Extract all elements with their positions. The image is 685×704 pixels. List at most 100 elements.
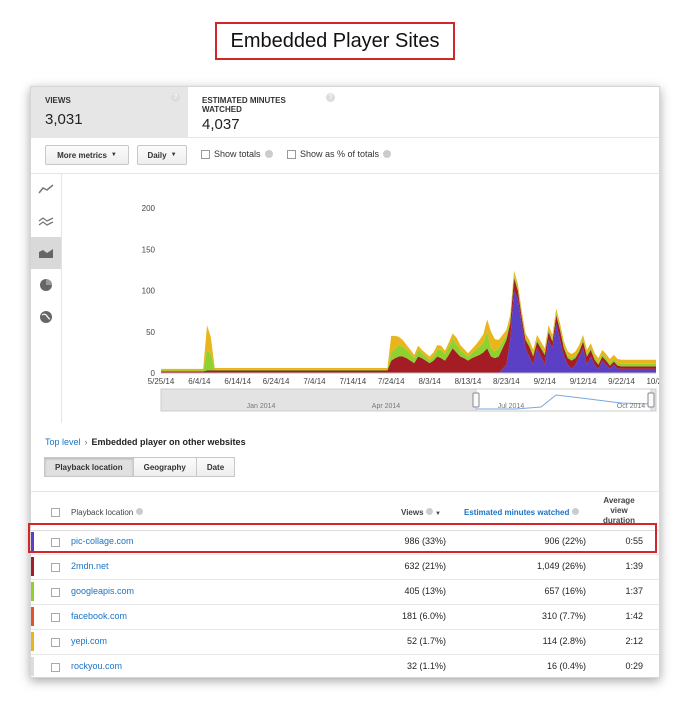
metric-minutes-tab[interactable]: ESTIMATED MINUTES WATCHED 4,037 ? bbox=[188, 87, 335, 137]
stacked-area-chart: 200 150 100 50 0 5/25/14 6/4/14 6/14/14 6/24/14 7… bbox=[61, 173, 659, 423]
row-checkbox[interactable] bbox=[51, 588, 60, 597]
x-tick-label: 8/13/14 bbox=[455, 377, 482, 386]
timeline-label: Jan 2014 bbox=[247, 403, 276, 410]
series-color-bar bbox=[31, 657, 34, 676]
x-tick-label: 6/14/14 bbox=[224, 377, 251, 386]
duration-cell: 0:29 bbox=[625, 661, 643, 671]
analytics-panel: VIEWS 3,031 ? ESTIMATED MINUTES WATCHED … bbox=[30, 86, 660, 678]
row-checkbox[interactable] bbox=[51, 563, 60, 572]
x-tick-label: 9/12/14 bbox=[570, 377, 597, 386]
timeline-label: Oct 2014 bbox=[617, 403, 646, 410]
series-color-bar bbox=[31, 557, 34, 576]
x-tick-label: 7/24/14 bbox=[378, 377, 405, 386]
site-link[interactable]: rockyou.com bbox=[71, 661, 122, 671]
col-playback-location[interactable]: Playback location bbox=[71, 508, 143, 517]
help-icon[interactable] bbox=[135, 508, 143, 515]
metric-minutes-value: 4,037 bbox=[202, 116, 240, 133]
checkbox-box[interactable] bbox=[201, 149, 210, 159]
col-duration[interactable]: Average view duration bbox=[597, 496, 641, 526]
row-checkbox[interactable] bbox=[51, 638, 60, 647]
show-percent-checkbox[interactable]: Show as % of totals bbox=[287, 149, 392, 159]
x-tick-label: 6/24/14 bbox=[263, 377, 290, 386]
metric-views-value: 3,031 bbox=[45, 111, 83, 128]
minutes-cell: 1,049 (26%) bbox=[536, 561, 586, 571]
views-cell: 52 (1.7%) bbox=[406, 636, 446, 646]
caret-down-icon: ▼ bbox=[110, 152, 117, 158]
site-link[interactable]: yepi.com bbox=[71, 636, 107, 646]
table-row[interactable]: yepi.com 52 (1.7%) 114 (2.8%) 2:12 bbox=[31, 629, 659, 655]
col-views[interactable]: Views ▼ bbox=[401, 508, 441, 517]
timeline-label: Jul 2014 bbox=[498, 403, 525, 410]
x-tick-label: 5/25/14 bbox=[148, 377, 175, 386]
x-tick-label: 10/2/14 bbox=[646, 377, 659, 386]
more-metrics-label: More metrics bbox=[57, 150, 107, 160]
chart-svg: 2001501005005/25/14 6/4/14 6/14/14 6/24/14 7… bbox=[142, 204, 659, 412]
site-link[interactable]: 2mdn.net bbox=[71, 561, 109, 571]
table-row[interactable]: 2mdn.net 632 (21%) 1,049 (26%) 1:39 bbox=[31, 554, 659, 580]
table-row[interactable]: rockyou.com 32 (1.1%) 16 (0.4%) 0:29 bbox=[31, 654, 659, 677]
col-duration-label-1: Average bbox=[603, 496, 635, 505]
series-color-bar bbox=[31, 582, 34, 601]
duration-cell: 1:39 bbox=[625, 561, 643, 571]
checkbox-box[interactable] bbox=[287, 149, 296, 159]
table-row[interactable]: googleapis.com 405 (13%) 657 (16%) 1:37 bbox=[31, 579, 659, 605]
tab-geography[interactable]: Geography bbox=[132, 457, 197, 477]
more-metrics-button[interactable]: More metrics ▼ bbox=[45, 145, 129, 165]
help-icon[interactable]: ? bbox=[326, 93, 335, 102]
views-cell: 181 (6.0%) bbox=[401, 611, 446, 621]
pie-chart-icon bbox=[40, 279, 52, 291]
row-checkbox[interactable] bbox=[51, 663, 60, 672]
views-cell: 405 (13%) bbox=[404, 586, 446, 596]
x-tick-label: 8/23/14 bbox=[493, 377, 520, 386]
highlight-box bbox=[28, 523, 657, 553]
duration-cell: 2:12 bbox=[625, 636, 643, 646]
col-views-label: Views bbox=[401, 508, 424, 517]
help-icon[interactable] bbox=[425, 508, 433, 515]
col-minutes-label: Estimated minutes watched bbox=[464, 508, 570, 517]
stacked-area-chart-button[interactable] bbox=[31, 237, 61, 269]
x-tick-label: 9/22/14 bbox=[608, 377, 635, 386]
table-row[interactable]: facebook.com 181 (6.0%) 310 (7.7%) 1:42 bbox=[31, 604, 659, 630]
site-link[interactable]: googleapis.com bbox=[71, 586, 134, 596]
minutes-cell: 657 (16%) bbox=[544, 586, 586, 596]
help-icon[interactable] bbox=[383, 150, 392, 158]
breadcrumb-top-level-link[interactable]: Top level bbox=[45, 437, 81, 447]
x-tick-label: 8/3/14 bbox=[418, 377, 441, 386]
show-totals-label: Show totals bbox=[214, 149, 261, 159]
breadcrumb-current: Embedded player on other websites bbox=[91, 437, 246, 447]
series-color-bar bbox=[31, 632, 34, 651]
select-all-checkbox[interactable] bbox=[51, 508, 60, 517]
site-link[interactable]: facebook.com bbox=[71, 611, 127, 621]
metric-views-tab[interactable]: VIEWS 3,031 ? bbox=[31, 87, 188, 137]
row-checkbox[interactable] bbox=[51, 613, 60, 622]
show-totals-checkbox[interactable]: Show totals bbox=[201, 149, 273, 159]
timeline-handle[interactable] bbox=[647, 392, 655, 408]
help-icon[interactable]: ? bbox=[171, 93, 180, 102]
series-color-bar bbox=[31, 607, 34, 626]
col-minutes[interactable]: Estimated minutes watched bbox=[464, 508, 579, 517]
tab-date[interactable]: Date bbox=[195, 457, 236, 477]
line-chart-icon bbox=[38, 184, 54, 194]
help-icon[interactable] bbox=[571, 508, 579, 515]
minutes-cell: 16 (0.4%) bbox=[546, 661, 586, 671]
multiline-chart-icon bbox=[38, 217, 54, 226]
y-tick-label: 50 bbox=[146, 328, 155, 337]
stacked-area-chart-icon bbox=[39, 249, 53, 258]
show-percent-label: Show as % of totals bbox=[300, 149, 380, 159]
period-label: Daily bbox=[147, 150, 167, 160]
caret-down-icon: ▼ bbox=[170, 152, 177, 158]
breadcrumb: Top level › Embedded player on other websi… bbox=[45, 437, 246, 447]
pie-chart-button[interactable] bbox=[31, 269, 61, 301]
line-chart-button[interactable] bbox=[31, 173, 61, 205]
tab-playback-location[interactable]: Playback location bbox=[44, 457, 134, 477]
timeline-handle[interactable] bbox=[472, 392, 480, 408]
dimension-tabs: Playback location Geography Date bbox=[44, 457, 236, 477]
period-select[interactable]: Daily ▼ bbox=[137, 145, 187, 165]
globe-map-icon bbox=[40, 311, 52, 323]
col-duration-label-2: view bbox=[610, 506, 628, 515]
breadcrumb-separator-icon: › bbox=[84, 437, 88, 447]
map-chart-button[interactable] bbox=[31, 301, 61, 333]
multiline-chart-button[interactable] bbox=[31, 205, 61, 237]
help-icon[interactable] bbox=[264, 150, 273, 158]
x-tick-label: 7/4/14 bbox=[303, 377, 326, 386]
